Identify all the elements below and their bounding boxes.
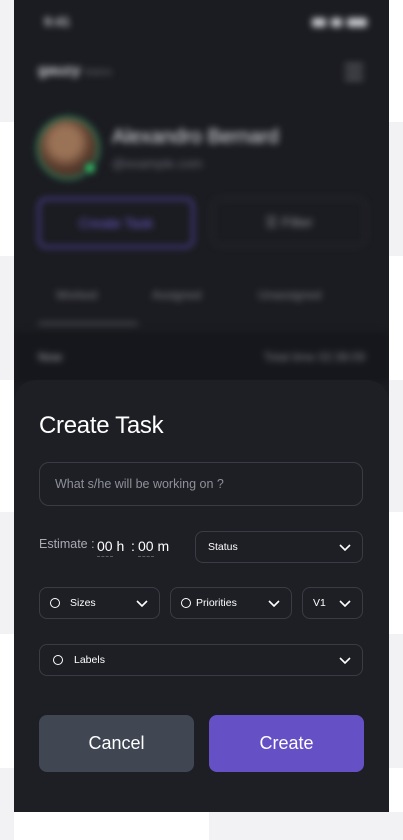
priorities-label: Priorities xyxy=(196,597,237,609)
priorities-dropdown[interactable]: Priorities xyxy=(170,587,292,619)
online-status-dot xyxy=(83,161,97,175)
sheet-title: Create Task xyxy=(39,412,164,439)
list-header: Now Total time 02:38:09 xyxy=(14,332,389,382)
create-task-sheet: Create Task Estimate : 00 h : 00 m Statu… xyxy=(14,380,389,812)
tab-unassigned[interactable]: Unassigned xyxy=(258,288,321,302)
create-task-button[interactable]: Create Task xyxy=(38,198,194,248)
task-title-input[interactable] xyxy=(39,462,363,506)
background-stripe xyxy=(209,812,403,840)
background-stripe xyxy=(0,512,14,634)
estimate-minutes[interactable]: 00 m xyxy=(138,538,169,557)
circle-icon xyxy=(181,598,191,608)
chevron-down-icon xyxy=(339,657,351,665)
user-email: @example.com xyxy=(112,156,203,171)
estimate-minutes-value: 00 xyxy=(138,538,154,557)
filter-button[interactable]: ☰ Filter xyxy=(212,198,366,246)
estimate-hours[interactable]: 00 h xyxy=(97,538,124,557)
chevron-down-icon xyxy=(339,544,351,552)
background-stripe xyxy=(0,768,14,840)
user-name: Alexandro Bernard xyxy=(112,126,279,148)
estimate-minutes-unit: m xyxy=(157,538,170,554)
circle-icon xyxy=(53,655,63,665)
create-button[interactable]: Create xyxy=(209,715,364,772)
avatar xyxy=(36,116,100,180)
labels-dropdown[interactable]: Labels xyxy=(39,644,363,676)
signal-icon xyxy=(312,18,326,27)
logo-suffix: teams xyxy=(84,67,112,78)
tab-worked[interactable]: Worked xyxy=(56,288,97,302)
estimate-hours-unit: h xyxy=(116,538,125,554)
estimate-label: Estimate : xyxy=(39,537,95,551)
background-stripe xyxy=(389,380,403,512)
version-dropdown[interactable]: V1 xyxy=(302,587,363,619)
circle-icon xyxy=(50,598,60,608)
task-tabs: Worked Assigned Unassigned xyxy=(38,288,365,308)
filter-label: Filter xyxy=(281,214,313,230)
background-stripe xyxy=(389,122,403,256)
wifi-icon xyxy=(331,18,342,27)
chevron-down-icon xyxy=(268,600,280,608)
tab-assigned[interactable]: Assigned xyxy=(152,288,201,302)
status-bar: 9:41 xyxy=(44,12,367,32)
background-stripe xyxy=(389,634,403,768)
estimate-separator: : xyxy=(131,538,135,554)
list-header-right: Total time 02:38:09 xyxy=(263,350,365,364)
chevron-down-icon xyxy=(339,600,351,608)
labels-label: Labels xyxy=(74,654,105,666)
background-stripe xyxy=(0,256,14,380)
status-time: 9:41 xyxy=(44,14,71,29)
app-logo: gauzy teams xyxy=(38,62,112,79)
menu-icon[interactable] xyxy=(345,64,363,80)
logo-text: gauzy xyxy=(38,62,81,79)
status-icons xyxy=(312,18,367,27)
background-stripe xyxy=(0,0,14,122)
status-label: Status xyxy=(208,541,238,553)
battery-icon xyxy=(347,18,367,27)
sizes-label: Sizes xyxy=(70,597,96,609)
sizes-dropdown[interactable]: Sizes xyxy=(39,587,160,619)
status-dropdown[interactable]: Status xyxy=(195,531,363,563)
estimate-hours-value: 00 xyxy=(97,538,113,557)
phone-screen: 9:41 gauzy teams Alexandro Bernard @examp… xyxy=(14,0,389,812)
list-header-left: Now xyxy=(38,350,63,364)
cancel-button[interactable]: Cancel xyxy=(39,715,194,772)
chevron-down-icon xyxy=(136,600,148,608)
version-label: V1 xyxy=(313,597,326,609)
active-tab-indicator xyxy=(38,322,138,325)
